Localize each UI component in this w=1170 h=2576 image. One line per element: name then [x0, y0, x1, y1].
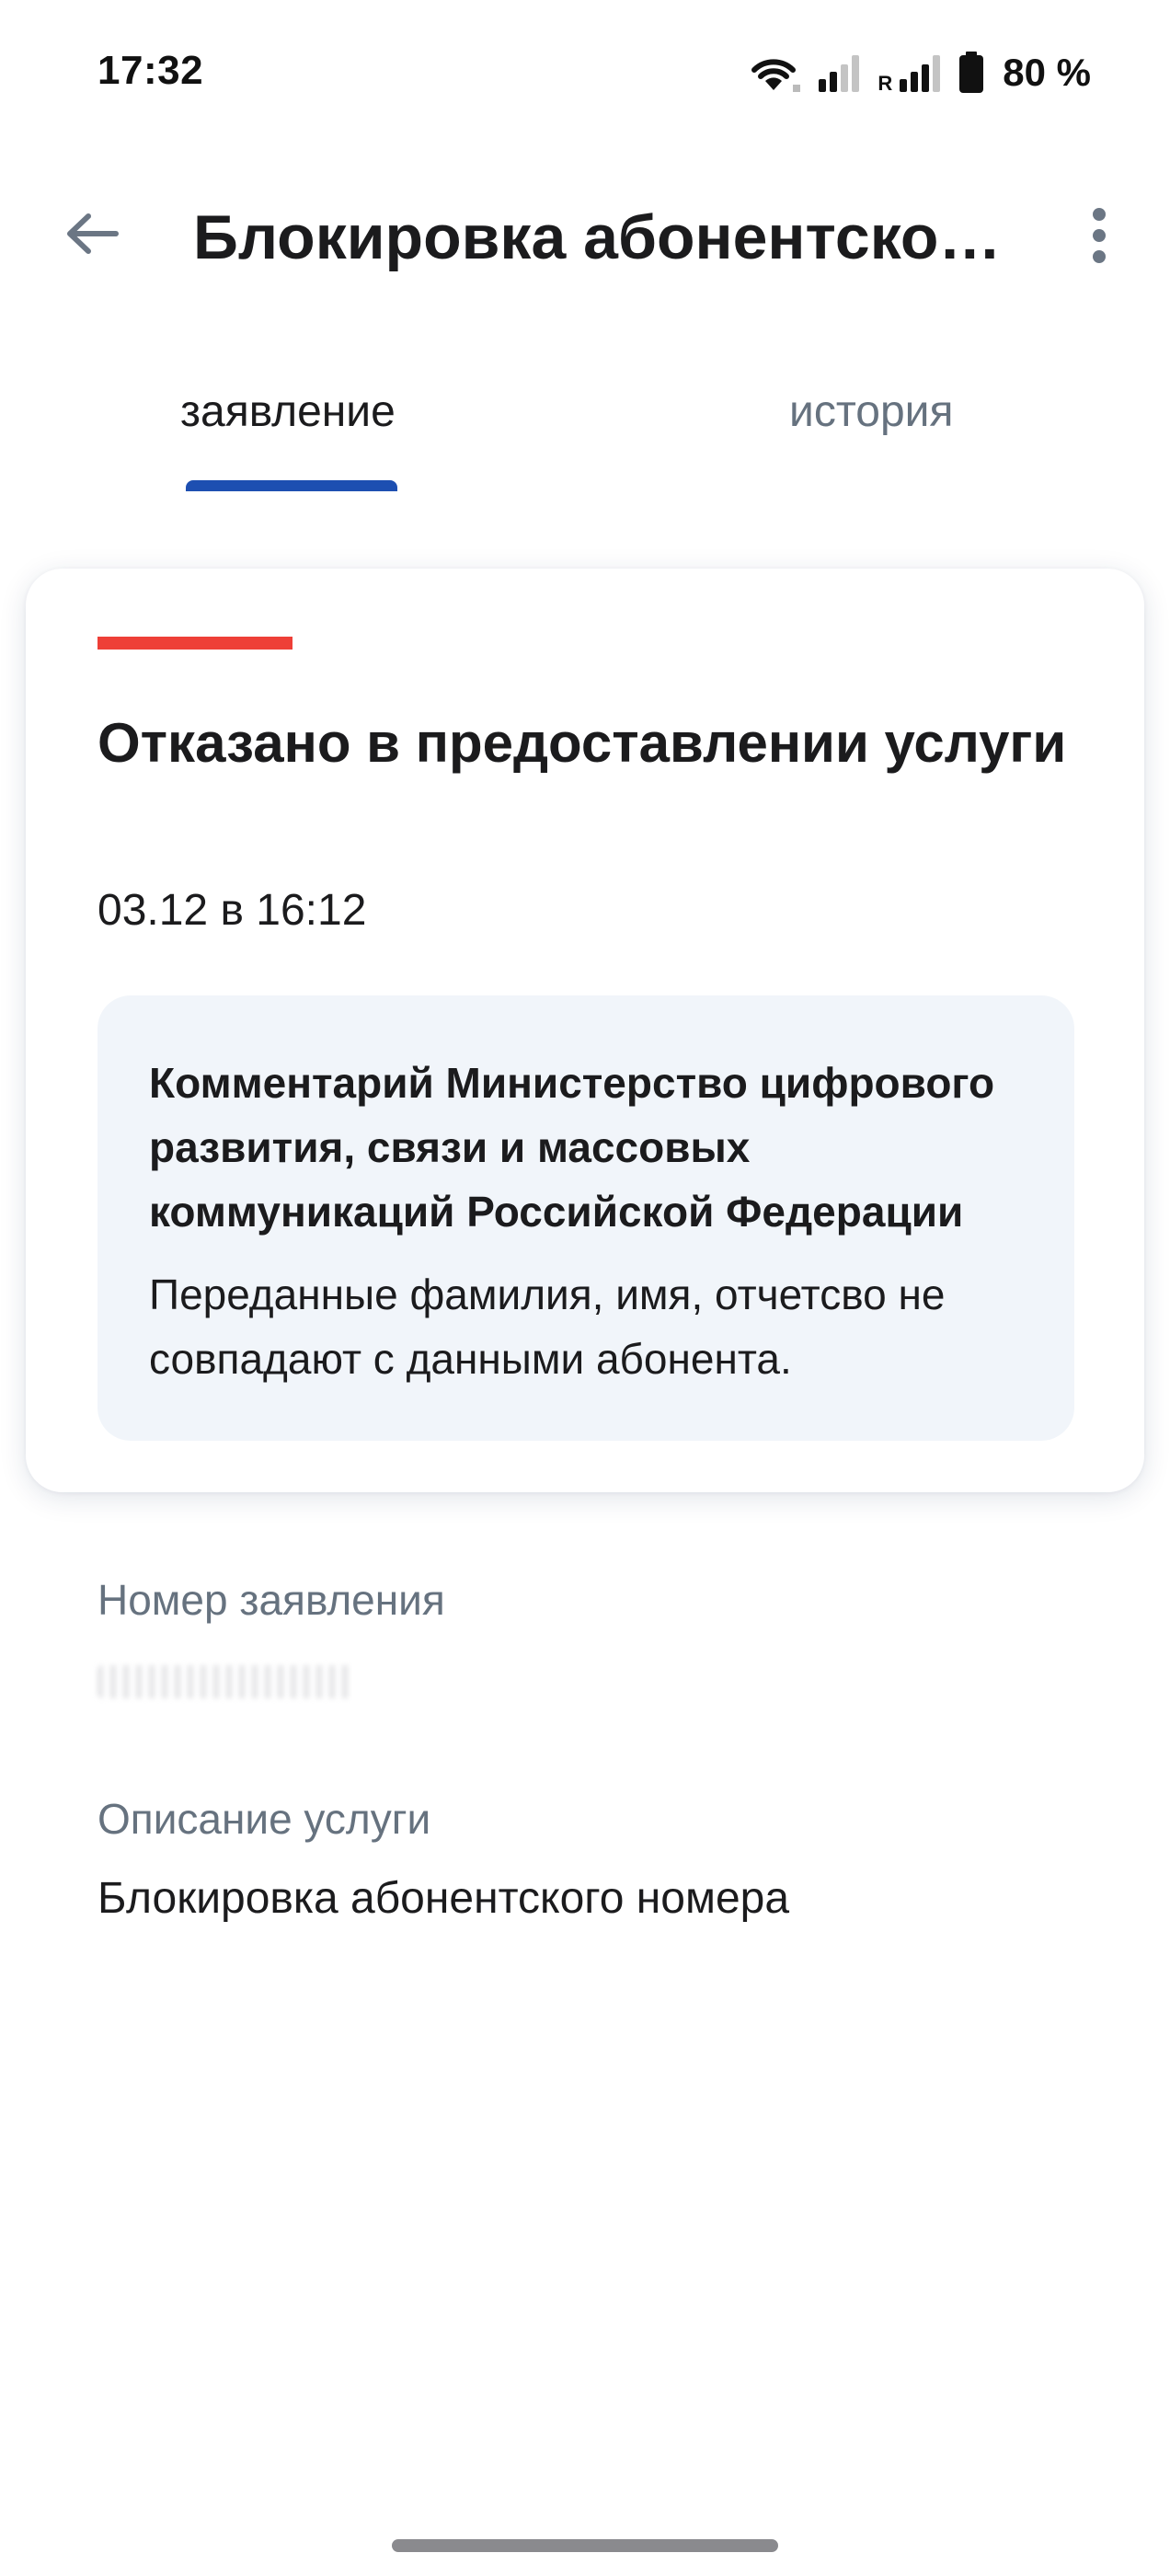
app-bar: Блокировка абонентског… [0, 153, 1170, 318]
application-number-label: Номер заявления [98, 1576, 445, 1624]
comment-box: Комментарий Министерство цифрового разви… [98, 995, 1074, 1441]
signal-weak-icon [817, 52, 863, 94]
status-time: 17:32 [98, 48, 204, 93]
tab-history[interactable]: история [789, 386, 953, 437]
roaming-indicator: R [878, 72, 893, 95]
service-description-label: Описание услуги [98, 1795, 431, 1843]
back-button[interactable] [55, 199, 129, 272]
more-vertical-icon [1090, 207, 1108, 269]
comment-title: Комментарий Министерство цифрового разви… [149, 1059, 995, 1236]
application-number-redacted [98, 1665, 355, 1698]
arrow-left-icon [64, 211, 120, 261]
battery-icon [958, 52, 984, 94]
status-card: Отказано в предоставлении услуги 03.12 в… [26, 569, 1144, 1492]
status-bar: 17:32 R 80 % [0, 0, 1170, 153]
battery-percent: 80 % [1003, 51, 1091, 94]
more-options-button[interactable] [1067, 199, 1131, 276]
active-tab-indicator [186, 480, 397, 491]
service-description-value: Блокировка абонентского номера [98, 1874, 790, 1923]
tab-application[interactable]: заявление [180, 386, 396, 437]
home-indicator[interactable] [392, 2539, 778, 2552]
status-title: Отказано в предоставлении услуги [98, 712, 1067, 774]
status-date: 03.12 в 16:12 [98, 886, 367, 935]
wifi-icon [745, 52, 802, 94]
status-stripe [98, 637, 292, 650]
signal-roaming-icon: R [878, 52, 944, 94]
status-icons: R 80 % [745, 50, 1091, 96]
comment-text: Переданные фамилия, имя, отчетсво не сов… [149, 1271, 946, 1383]
tab-bar: заявление история [0, 368, 1170, 497]
page-title: Блокировка абонентског… [193, 202, 1021, 272]
